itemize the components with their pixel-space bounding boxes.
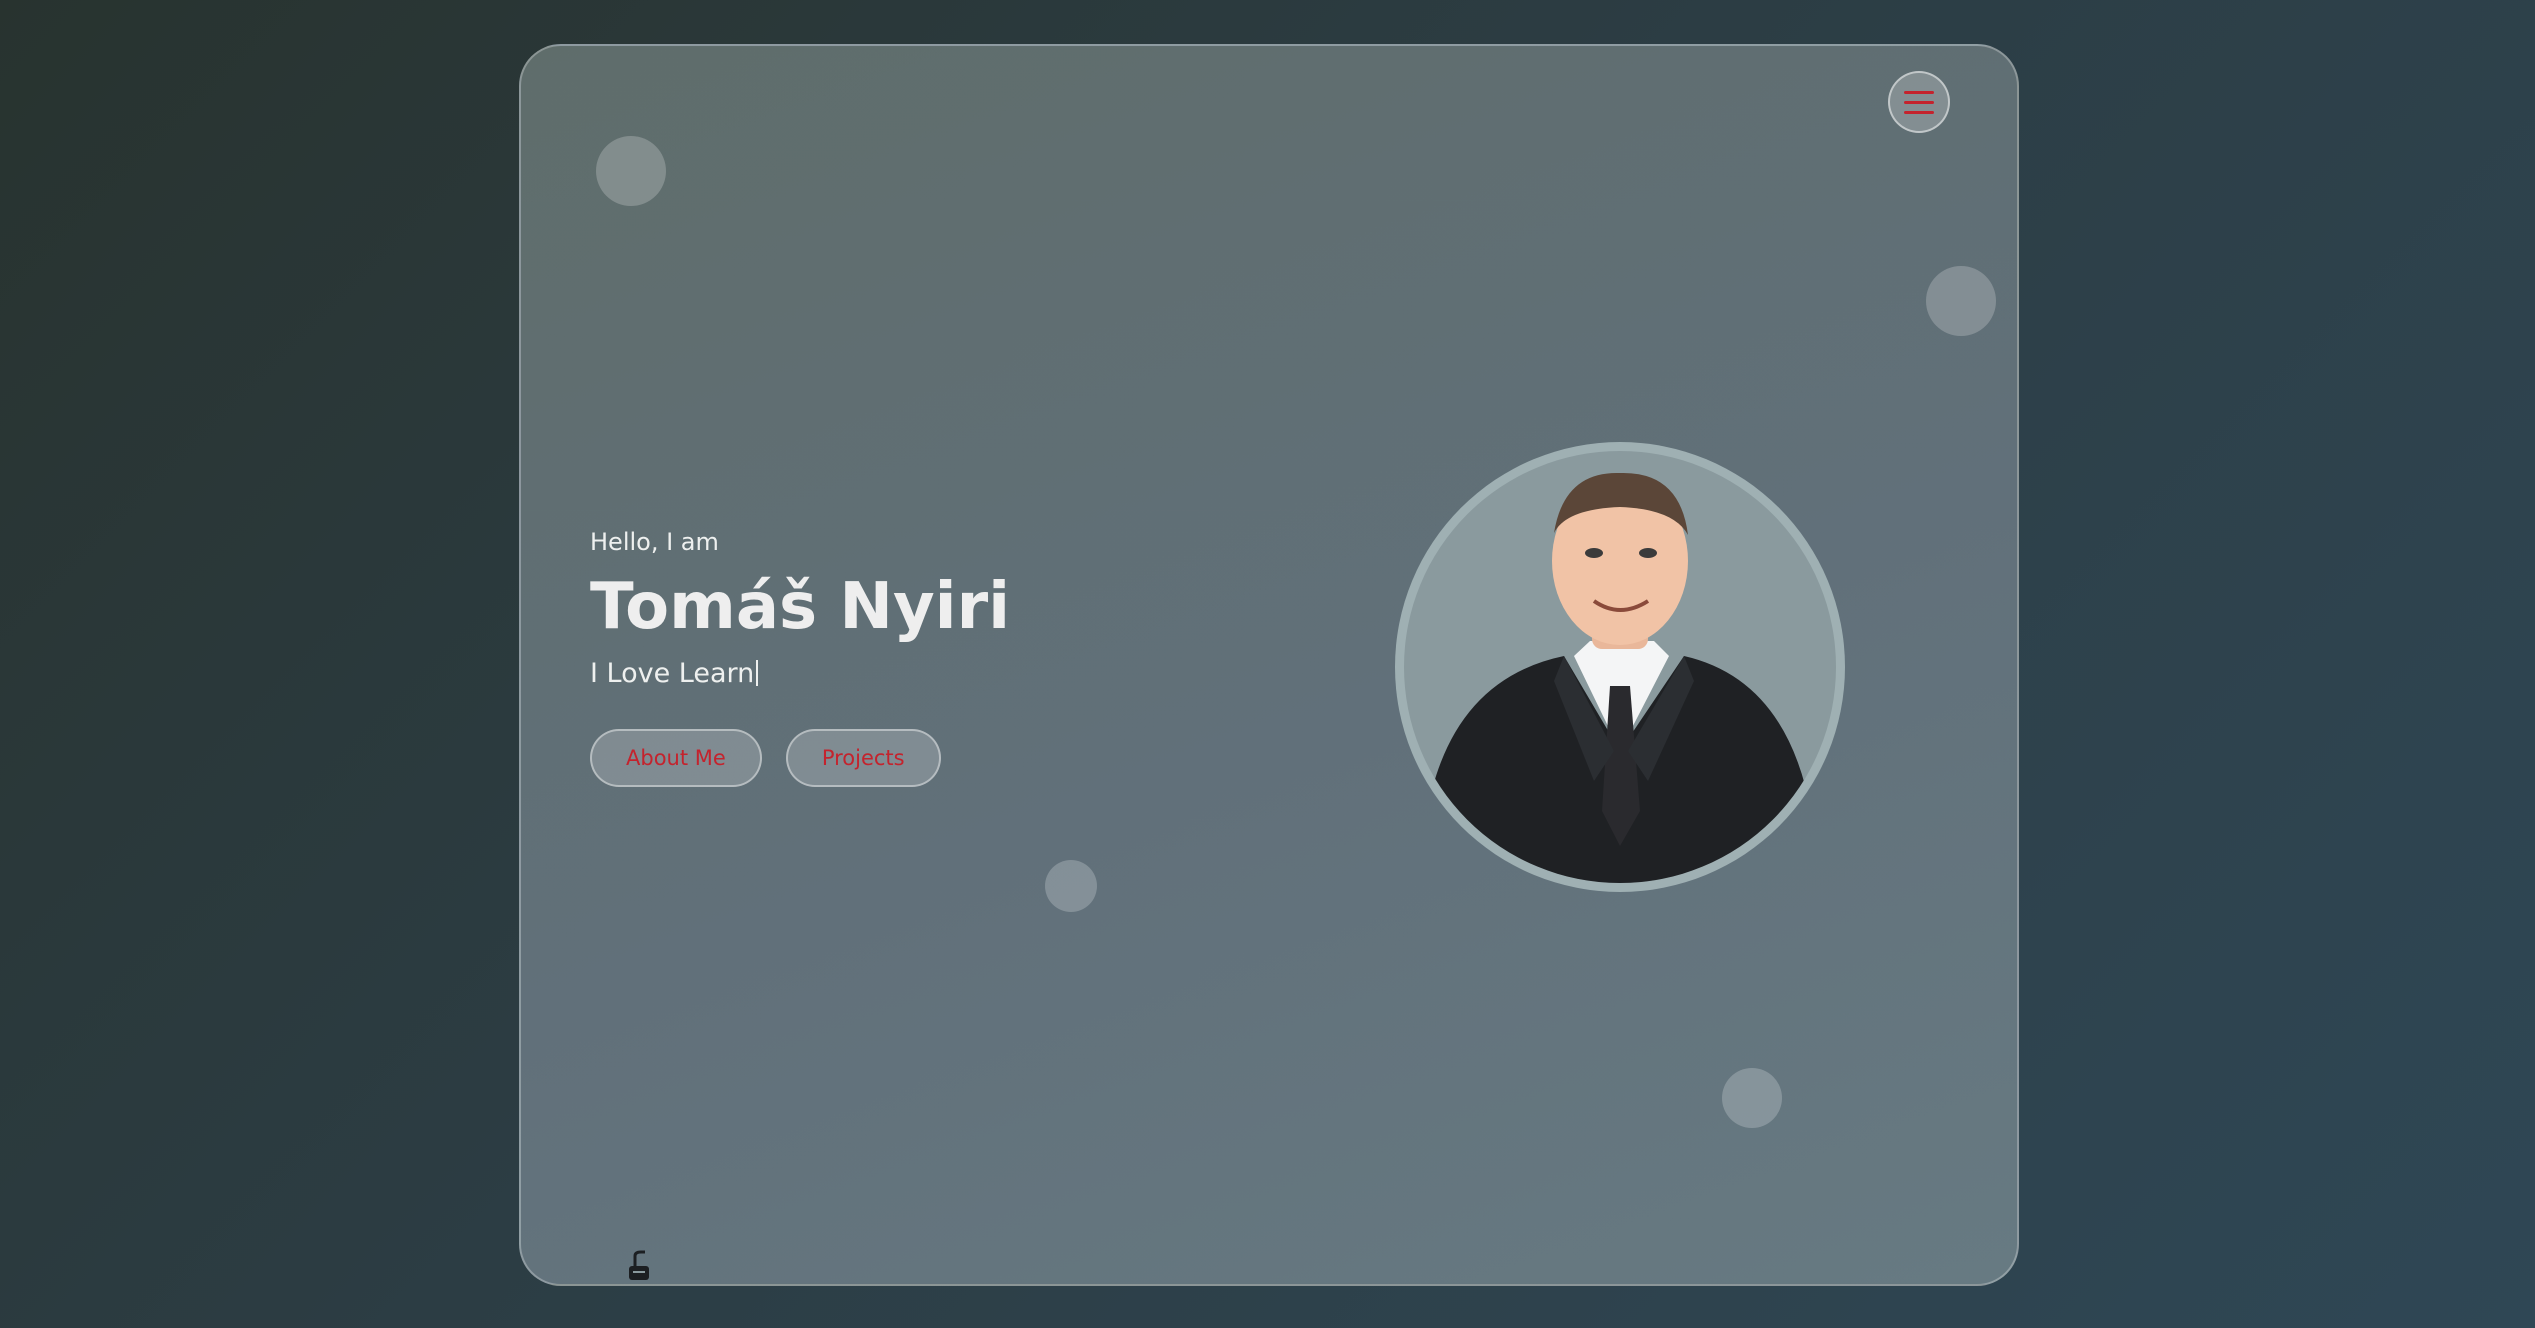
greeting-text: Hello, I am: [590, 528, 719, 556]
hero-buttons: About Me Projects: [590, 729, 1010, 787]
hamburger-menu-icon: [1904, 90, 1934, 94]
typing-tagline: I Love Learn: [590, 658, 1010, 689]
typing-caret: [756, 660, 759, 686]
about-me-button[interactable]: About Me: [590, 729, 762, 787]
decorative-bubble: [1926, 266, 1996, 336]
profile-photo-frame: [1395, 442, 1845, 892]
decorative-bubble: [1045, 860, 1097, 912]
hamburger-menu-button[interactable]: [1888, 71, 1950, 133]
tagline-text: I Love Learn: [590, 658, 755, 689]
hero-name: Tomáš Nyiri: [590, 570, 1011, 644]
hero-card: Hello, I am Tomáš Nyiri I Love Learn Abo…: [519, 44, 2019, 1286]
profile-photo: [1404, 451, 1836, 883]
projects-button[interactable]: Projects: [785, 729, 941, 787]
hero-intro: Hello, I am Tomáš Nyiri I Love Learn Abo…: [590, 528, 1010, 787]
decorative-bubble: [1722, 1068, 1782, 1128]
decorative-bubble: [596, 136, 666, 206]
portrait-illustration: [1424, 472, 1814, 883]
scroll-indicator-icon[interactable]: [625, 1250, 653, 1282]
